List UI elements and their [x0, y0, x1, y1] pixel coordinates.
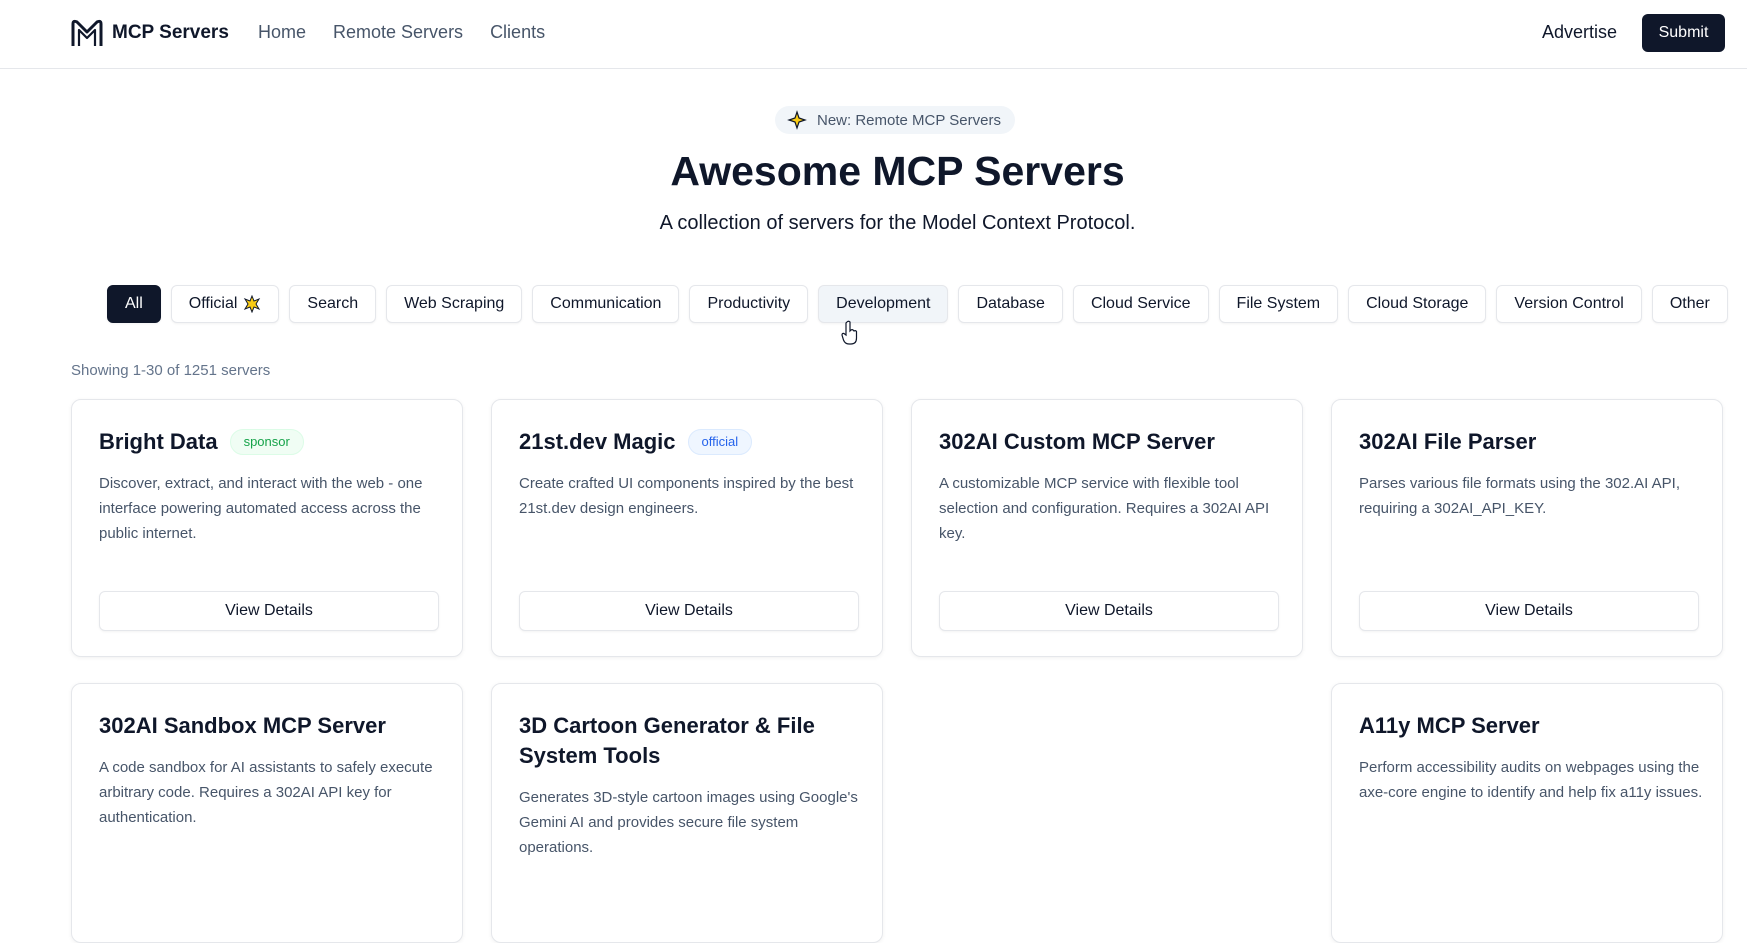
card-title: Bright Data: [99, 429, 218, 454]
logo[interactable]: MCP Servers: [70, 18, 229, 48]
logo-text: MCP Servers: [112, 22, 229, 43]
filter-web-scraping[interactable]: Web Scraping: [386, 285, 523, 323]
card-description: Generates 3D-style cartoon images using …: [519, 789, 858, 856]
nav-remote-servers[interactable]: Remote Servers: [333, 22, 463, 43]
nav-clients[interactable]: Clients: [490, 22, 545, 43]
server-card: 302AI Sandbox MCP Server A code sandbox …: [71, 683, 463, 943]
sparkle-icon: [787, 110, 807, 130]
card-title: 302AI Sandbox MCP Server: [99, 713, 386, 738]
card-description: A customizable MCP service with flexible…: [939, 475, 1270, 542]
filter-other[interactable]: Other: [1651, 285, 1728, 323]
badge-star-icon: [244, 295, 261, 313]
sponsor-badge: sponsor: [229, 429, 304, 455]
mcp-logo-icon: [71, 19, 103, 46]
submit-button[interactable]: Submit: [1642, 14, 1725, 52]
filter-communication[interactable]: Communication: [532, 285, 680, 323]
card-title-wrap: Bright Data sponsor: [99, 427, 304, 457]
announcement-pill[interactable]: New: Remote MCP Servers: [775, 106, 1015, 134]
card-description: Perform accessibility audits on webpages…: [1359, 759, 1703, 801]
server-card: Bright Data sponsor Discover, extract, a…: [71, 399, 463, 657]
filter-official-label: Official: [188, 295, 238, 312]
server-card: 21st.dev Magic official Create crafted U…: [491, 399, 883, 657]
view-details-button[interactable]: View Details: [99, 591, 439, 631]
announcement-text: New: Remote MCP Servers: [817, 111, 1001, 129]
server-card: 3D Cartoon Generator & File System Tools…: [491, 683, 883, 943]
filter-cloud-service[interactable]: Cloud Service: [1072, 285, 1209, 323]
view-details-button[interactable]: View Details: [1359, 591, 1699, 631]
category-filters: All Official Search Web Scraping Communi…: [107, 285, 1728, 323]
card-description: Discover, extract, and interact with the…: [99, 475, 423, 542]
card-title: 21st.dev Magic: [519, 429, 676, 454]
card-description: Create crafted UI components inspired by…: [519, 475, 854, 517]
card-title: 3D Cartoon Generator & File System Tools: [519, 713, 815, 768]
filter-search[interactable]: Search: [289, 285, 377, 323]
server-card: 302AI Custom MCP Server A customizable M…: [911, 399, 1303, 657]
filter-official[interactable]: Official: [170, 285, 280, 323]
results-count: Showing 1-30 of 1251 servers: [71, 362, 271, 379]
filter-cloud-storage[interactable]: Cloud Storage: [1348, 285, 1487, 323]
filter-productivity[interactable]: Productivity: [689, 285, 809, 323]
filter-database[interactable]: Database: [958, 285, 1063, 323]
server-card: A11y MCP Server Perform accessibility au…: [1331, 683, 1723, 943]
card-title-wrap: 21st.dev Magic official: [519, 427, 753, 457]
card-title: A11y MCP Server: [1359, 713, 1540, 738]
view-details-button[interactable]: View Details: [519, 591, 859, 631]
main-nav: Home Remote Servers Clients: [258, 22, 545, 43]
card-title: 302AI File Parser: [1359, 429, 1537, 454]
filter-file-system[interactable]: File System: [1218, 285, 1339, 323]
nav-home[interactable]: Home: [258, 22, 306, 43]
page-title: Awesome MCP Servers: [670, 148, 1125, 194]
server-card: 302AI File Parser Parses various file fo…: [1331, 399, 1723, 657]
official-badge: official: [687, 429, 753, 455]
card-description: A code sandbox for AI assistants to safe…: [99, 759, 433, 826]
filter-version-control[interactable]: Version Control: [1496, 285, 1642, 323]
card-title: 302AI Custom MCP Server: [939, 429, 1215, 454]
view-details-button[interactable]: View Details: [939, 591, 1279, 631]
hand-cursor-icon: [841, 320, 858, 345]
card-description: Parses various file formats using the 30…: [1359, 475, 1680, 517]
site-header: MCP Servers Home Remote Servers Clients …: [0, 0, 1747, 69]
filter-all[interactable]: All: [107, 285, 161, 323]
page-subtitle: A collection of servers for the Model Co…: [659, 212, 1136, 234]
filter-development[interactable]: Development: [818, 285, 949, 323]
advertise-link[interactable]: Advertise: [1542, 22, 1617, 43]
